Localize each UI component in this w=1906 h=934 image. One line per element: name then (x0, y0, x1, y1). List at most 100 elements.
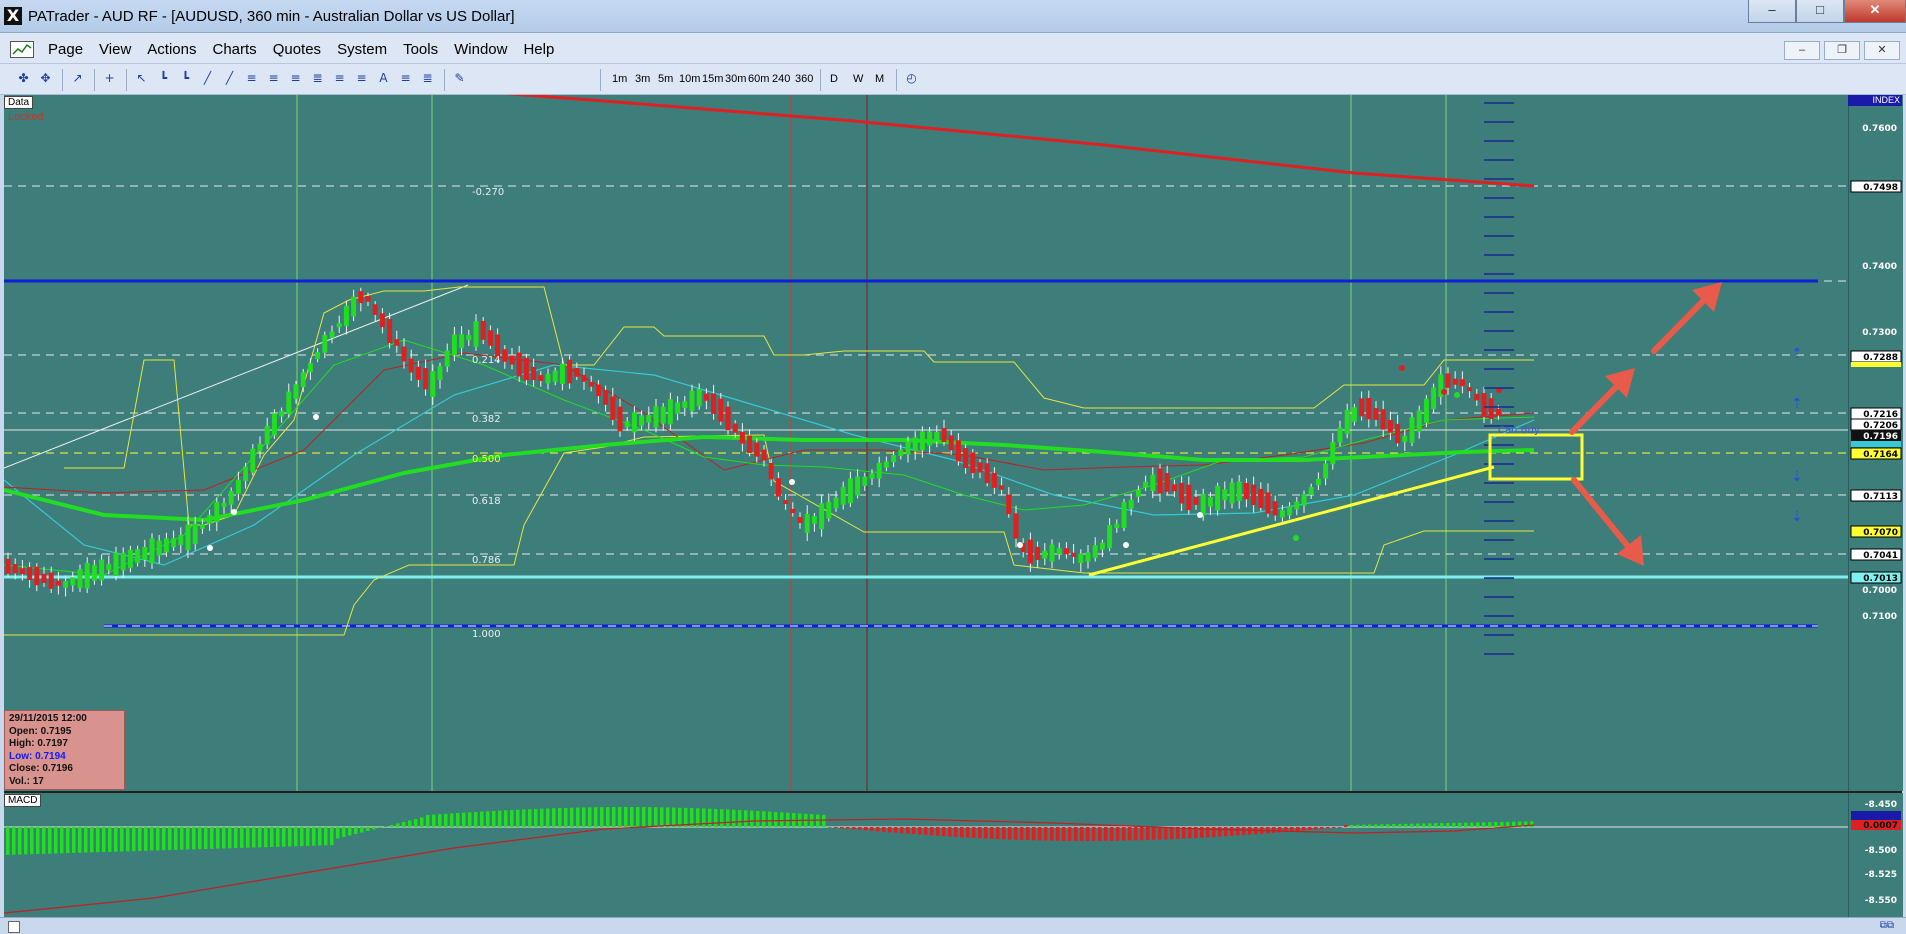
tf-10m[interactable]: 10m (679, 73, 700, 85)
candle-body (366, 296, 371, 302)
candle-body (582, 375, 587, 382)
macd-bar (348, 827, 352, 836)
clock-icon[interactable]: ◴ (904, 71, 919, 86)
macd-bar (1326, 827, 1330, 829)
macd-bar (1476, 822, 1480, 827)
fib-time-icon[interactable]: ≡ (354, 71, 369, 86)
tf-360[interactable]: 360 (795, 73, 813, 85)
candle-body (200, 524, 205, 529)
trendline-icon[interactable]: ╱ (200, 71, 215, 86)
close-button[interactable]: ✕ (1844, 0, 1906, 23)
macd-bar (528, 809, 532, 827)
text-tool-icon[interactable]: A (376, 71, 391, 86)
candle-body (1431, 387, 1436, 409)
vertical-line-icon[interactable]: ┗ (178, 71, 193, 86)
crosshair-red-icon[interactable]: ✤ (16, 71, 31, 86)
period-w[interactable]: W (853, 73, 863, 85)
channel-icon[interactable]: ≡ (244, 71, 259, 86)
menu-page[interactable]: Page (40, 41, 91, 58)
menu-help[interactable]: Help (515, 41, 562, 58)
candle-body (1114, 524, 1119, 528)
scroll-thumb[interactable] (8, 921, 20, 933)
macd-bar (150, 827, 154, 851)
candle-body (661, 407, 666, 424)
chart-type-icon[interactable]: ↗ (70, 71, 85, 86)
candle-body (1129, 500, 1134, 509)
pitchfork-icon[interactable]: ≡ (332, 71, 347, 86)
maximize-button[interactable]: □ (1796, 0, 1844, 23)
price-tag: 0.7288 (1863, 353, 1898, 363)
macd-bar (252, 827, 256, 848)
macd-bar (1068, 827, 1072, 841)
tf-240[interactable]: 240 (772, 73, 790, 85)
price-tick: 0.7400 (1862, 262, 1897, 272)
candle-body (1316, 479, 1321, 485)
gann-fan-icon[interactable]: ≣ (310, 71, 325, 86)
macd-bar (1350, 825, 1354, 827)
cycle-lines-icon[interactable]: ≣ (420, 71, 435, 86)
crosshair-icon[interactable]: + (102, 71, 117, 86)
fibonacci-icon[interactable]: ≡ (266, 71, 281, 86)
macd-bar (756, 811, 760, 827)
macd-bar (822, 815, 826, 827)
tf-1m[interactable]: 1m (612, 73, 627, 85)
pointer-icon[interactable]: ↖ (134, 71, 149, 86)
period-d[interactable]: D (830, 73, 838, 85)
title-bar: X PATrader - AUD RF - [AUDUSD, 360 min -… (0, 0, 1906, 33)
horizontal-line-icon[interactable]: ┗ (156, 71, 171, 86)
menu-view[interactable]: View (91, 41, 139, 58)
tf-15m[interactable]: 15m (702, 73, 723, 85)
minimize-button[interactable]: – (1748, 0, 1796, 23)
mdi-restore-button[interactable]: ❐ (1824, 41, 1860, 60)
candle-body (826, 502, 831, 519)
tf-3m[interactable]: 3m (635, 73, 650, 85)
mdi-minimize-button[interactable]: – (1784, 41, 1820, 60)
menu-tools[interactable]: Tools (395, 41, 446, 58)
candle-body (34, 567, 39, 585)
macd-bar (1212, 827, 1216, 837)
macd-bar (1482, 822, 1486, 827)
candle-body (121, 553, 126, 570)
candle-body (1143, 482, 1148, 488)
price-tick: 0.7100 (1862, 612, 1897, 622)
macd-panel[interactable] (4, 793, 1848, 917)
macd-bar (1224, 827, 1228, 836)
candle-body (1287, 506, 1292, 515)
macd-bar (1218, 827, 1222, 837)
price-axis[interactable]: 0.7600 0.7400 0.7300 0.7100 0.7000 0.749… (1848, 95, 1903, 791)
horizontal-scrollbar[interactable]: ⧉⧉ (0, 917, 1906, 934)
panel-toggle-icon[interactable]: ⧉⧉ (1880, 920, 1894, 931)
fib-fan-icon[interactable]: ≡ (288, 71, 303, 86)
candle-body (488, 330, 493, 346)
mdi-close-button[interactable]: ✕ (1864, 41, 1900, 60)
candle-body (942, 428, 947, 442)
tf-60m[interactable]: 60m (748, 73, 769, 85)
tf-5m[interactable]: 5m (658, 73, 673, 85)
menu-actions[interactable]: Actions (139, 41, 204, 58)
menu-window[interactable]: Window (446, 41, 515, 58)
speed-lines-icon[interactable]: ≡ (398, 71, 413, 86)
can-buy-annotation: Can Buy (1498, 425, 1540, 436)
macd-bar (906, 827, 910, 834)
macd-bar (1530, 821, 1534, 827)
price-chart[interactable]: -0.270 0.214 0.382 0.500 0.618 0.786 1.0… (4, 95, 1848, 791)
candle-body (754, 443, 759, 457)
tf-30m[interactable]: 30m (725, 73, 746, 85)
candle-body (1230, 483, 1235, 504)
candle-body (790, 509, 795, 513)
ray-icon[interactable]: ╱ (222, 71, 237, 86)
candle-body (99, 559, 104, 580)
macd-bar (1392, 824, 1396, 827)
candle-body (193, 524, 198, 544)
macd-bar (774, 812, 778, 827)
cursor-red-icon[interactable]: ✥ (38, 71, 53, 86)
menu-charts[interactable]: Charts (205, 41, 265, 58)
menu-system[interactable]: System (329, 41, 395, 58)
period-m[interactable]: M (875, 73, 884, 85)
menu-quotes[interactable]: Quotes (265, 41, 329, 58)
macd-bar (1020, 827, 1024, 840)
macd-bar (204, 827, 208, 849)
pencil-icon[interactable]: ✎ (452, 71, 467, 86)
macd-bar (234, 827, 238, 848)
macd-bar (864, 827, 868, 830)
